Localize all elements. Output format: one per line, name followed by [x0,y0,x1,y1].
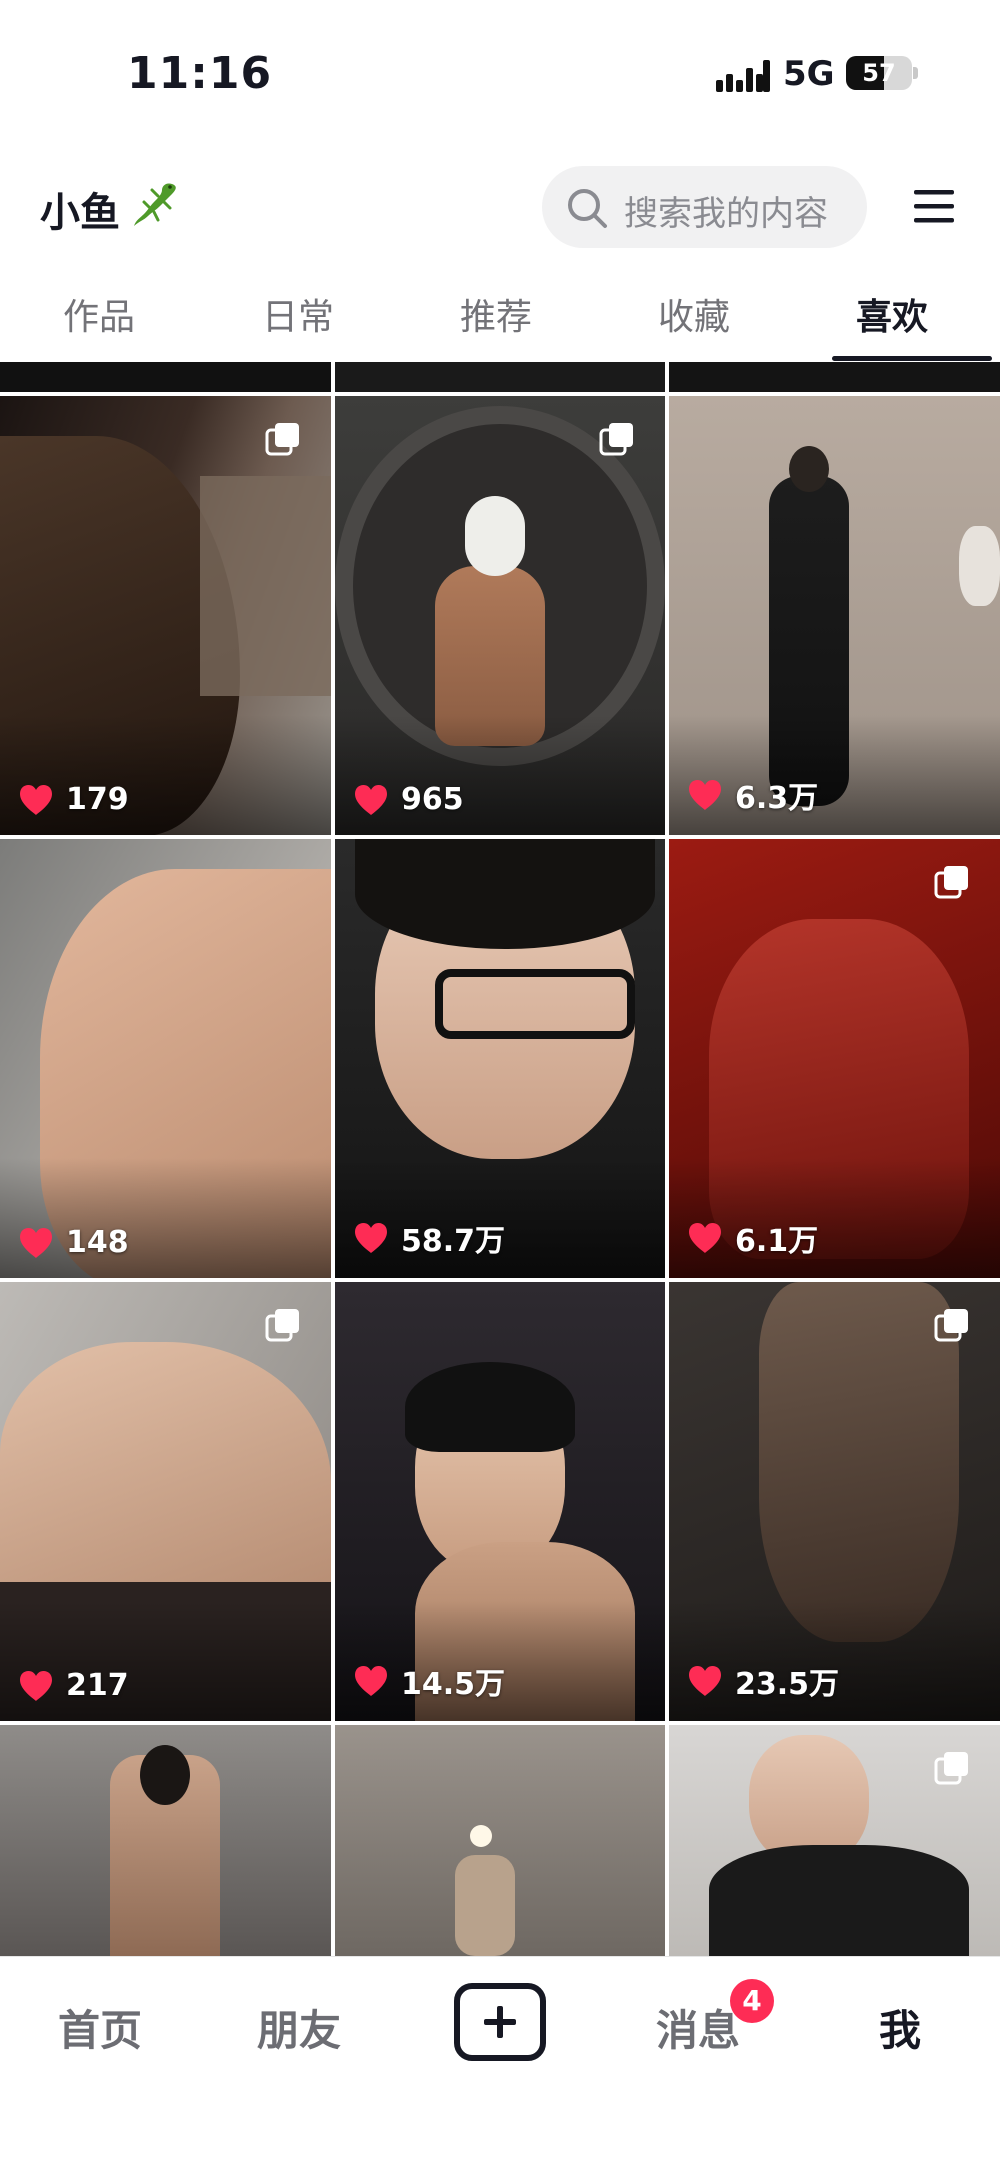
multi-image-icon [265,423,299,456]
plus-icon [484,2006,516,2038]
multi-image-icon [599,423,633,456]
like-count: 6.1万 [735,1224,819,1259]
video-tile[interactable] [669,1725,1000,1956]
heart-icon [689,1223,721,1253]
partial-tile[interactable] [669,362,1000,392]
video-tile[interactable]: 14.5万 [335,1282,665,1721]
tab-indicator [832,356,992,361]
video-tile[interactable]: 23.5万 [669,1282,1000,1721]
like-count: 58.7万 [401,1224,506,1259]
nav-friends[interactable]: 朋友 [229,1997,369,2058]
video-tile[interactable] [335,1725,665,1956]
nav-home[interactable]: 首页 [30,1997,170,2058]
messages-badge: 4 [730,1979,774,2023]
video-tile[interactable]: 58.7万 [335,839,665,1278]
search-placeholder: 搜索我的内容 [624,194,828,234]
multi-image-icon [934,1309,968,1342]
tab-works[interactable]: 作品 [29,288,169,340]
profile-name[interactable]: 小鱼 [40,180,120,238]
like-row: 965 [353,782,464,817]
tab-recommend[interactable]: 推荐 [426,288,566,340]
like-row: 23.5万 [687,1659,839,1703]
status-time: 11:16 [127,48,273,99]
heart-icon [20,784,52,815]
like-count: 148 [66,1225,129,1260]
multi-image-icon [265,1309,299,1342]
multi-image-icon [934,1752,968,1785]
like-count: 14.5万 [401,1667,506,1702]
heart-icon [689,1666,721,1696]
video-tile[interactable]: 179 [0,396,331,835]
like-row: 6.3万 [687,773,818,817]
menu-icon[interactable] [910,184,958,230]
like-row: 217 [18,1668,129,1703]
liked-videos-grid: 179 965 6.3万 148 58.7万 6.1万 217 14.5万 23… [0,362,1000,1956]
nav-me[interactable]: 我 [830,1997,970,2058]
tab-likes[interactable]: 喜欢 [822,288,962,340]
heart-icon [355,784,387,815]
heart-icon [355,1666,387,1696]
like-count: 965 [401,782,464,817]
lizard-icon [134,183,176,226]
tab-daily[interactable]: 日常 [228,288,368,340]
video-tile[interactable]: 965 [335,396,665,835]
battery-tip [913,67,918,79]
heart-icon [20,1670,52,1701]
battery-indicator: 57 [846,56,912,90]
like-row: 179 [18,782,129,817]
heart-icon [20,1227,52,1258]
like-count: 179 [66,782,129,817]
tab-favorites[interactable]: 收藏 [624,288,764,340]
like-row: 14.5万 [353,1659,505,1703]
partial-tile[interactable] [0,362,331,392]
profile-tabs: 作品 日常 推荐 收藏 喜欢 [0,270,1000,362]
heart-icon [689,780,721,810]
video-tile[interactable]: 217 [0,1282,331,1721]
like-count: 23.5万 [735,1667,840,1702]
heart-icon [355,1223,387,1253]
video-tile[interactable]: 148 [0,839,331,1278]
video-tile[interactable] [0,1725,331,1956]
like-row: 58.7万 [353,1216,505,1260]
battery-level: 57 [862,59,896,87]
bottom-nav: 首页 朋友 消息 4 我 [0,1956,1000,2168]
multi-image-icon [934,866,968,899]
network-label: 5G [783,54,835,94]
search-box[interactable]: 搜索我的内容 [542,166,867,248]
like-count: 6.3万 [735,781,819,816]
status-bar: 11:16 5G 57 [0,0,1000,150]
signal-icon [716,60,770,92]
create-button[interactable] [454,1983,546,2061]
video-tile[interactable]: 6.1万 [669,839,1000,1278]
like-row: 6.1万 [687,1216,818,1260]
partial-tile[interactable] [335,362,665,392]
like-count: 217 [66,1668,129,1703]
video-tile[interactable]: 6.3万 [669,396,1000,835]
like-row: 148 [18,1225,129,1260]
search-icon [568,189,607,228]
profile-header: 小鱼 搜索我的内容 [0,150,1000,270]
